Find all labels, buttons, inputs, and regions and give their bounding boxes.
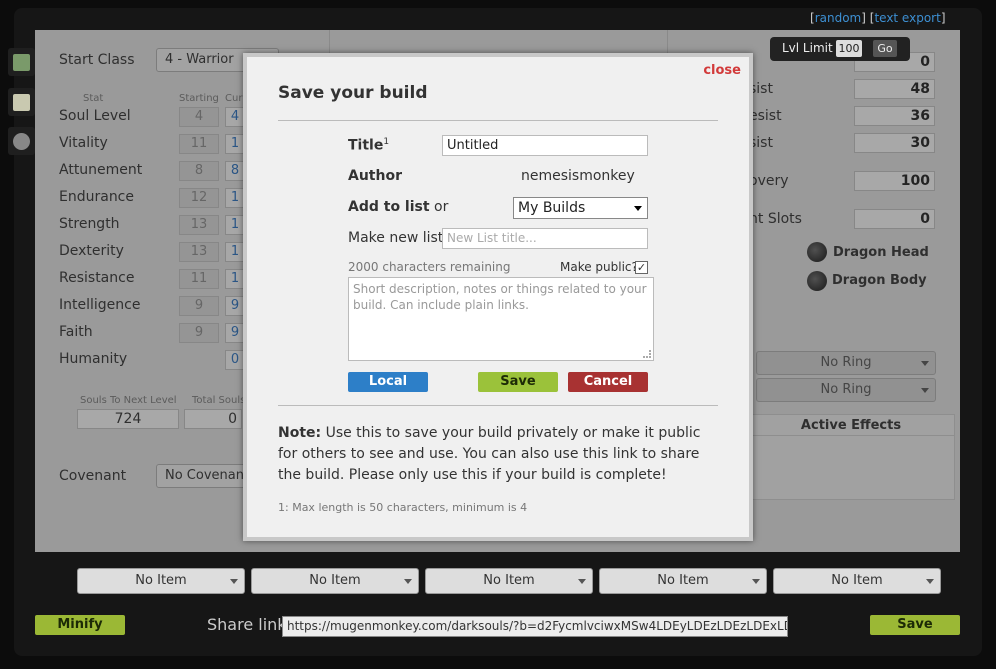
local-button[interactable]: Local	[348, 372, 428, 392]
lvl-limit-input[interactable]: 100	[836, 40, 862, 57]
author-value: nemesismonkey	[521, 168, 635, 184]
title-input[interactable]: Untitled	[442, 135, 648, 156]
sidetool-settings[interactable]	[8, 127, 35, 155]
lvl-limit-label: Lvl Limit	[782, 41, 833, 55]
add-to-list-label: Add to list or	[348, 199, 449, 215]
make-public-label: Make public?	[560, 260, 638, 274]
sidetool-notes[interactable]	[8, 88, 35, 116]
modal-title: Save your build	[278, 83, 428, 103]
lvl-limit-go-button[interactable]: Go	[873, 40, 897, 57]
chevron-down-icon	[230, 579, 238, 584]
app-root: [random] [text export] Start Class 4 - W…	[0, 0, 996, 669]
list-select-value: My Builds	[518, 200, 586, 216]
random-link[interactable]: random	[815, 11, 862, 25]
spreadsheet-icon	[13, 53, 30, 71]
chars-remaining: 2000 characters remaining	[348, 260, 511, 274]
item-select-value: No Item	[483, 573, 535, 588]
modal-divider-top	[278, 120, 718, 121]
title-label: Title1	[348, 137, 390, 154]
make-public-checkbox[interactable]: ✓	[635, 261, 648, 274]
share-link-input[interactable]: https://mugenmonkey.com/darksouls/?b=d2F…	[282, 616, 788, 637]
cancel-button[interactable]: Cancel	[568, 372, 648, 392]
item-select-value: No Item	[309, 573, 361, 588]
description-textarea[interactable]: Short description, notes or things relat…	[348, 277, 654, 361]
item-select[interactable]: No Item	[773, 568, 941, 594]
modal-save-button[interactable]: Save	[478, 372, 558, 392]
text-export-link[interactable]: text export	[874, 11, 940, 25]
share-link-label: Share link	[207, 615, 287, 634]
item-select[interactable]: No Item	[77, 568, 245, 594]
item-select-value: No Item	[135, 573, 187, 588]
list-select[interactable]: My Builds	[513, 197, 648, 219]
new-list-input[interactable]: New List title...	[442, 228, 648, 249]
gear-icon	[13, 132, 30, 150]
sidetool-spreadsheet[interactable]	[8, 48, 35, 76]
chevron-down-icon	[578, 579, 586, 584]
modal-footnote: 1: Max length is 50 characters, minimum …	[278, 501, 528, 514]
chevron-down-icon	[404, 579, 412, 584]
top-links: [random] [text export]	[810, 11, 946, 25]
chevron-down-icon	[752, 579, 760, 584]
item-select[interactable]: No Item	[251, 568, 419, 594]
modal-divider-bottom	[278, 405, 718, 406]
save-build-button[interactable]: Save	[870, 615, 960, 635]
modal-close-link[interactable]: close	[703, 63, 741, 78]
chevron-down-icon	[926, 579, 934, 584]
item-select-value: No Item	[657, 573, 709, 588]
item-select[interactable]: No Item	[599, 568, 767, 594]
notes-icon	[13, 93, 30, 111]
item-select-value: No Item	[831, 573, 883, 588]
resize-grip-icon[interactable]	[643, 350, 651, 358]
modal-note: Note: Use this to save your build privat…	[278, 425, 701, 483]
author-label: Author	[348, 168, 402, 184]
description-placeholder: Short description, notes or things relat…	[353, 282, 647, 312]
lvl-limit: Lvl Limit 100 Go	[770, 37, 910, 61]
item-select[interactable]: No Item	[425, 568, 593, 594]
minify-button[interactable]: Minify	[35, 615, 125, 635]
make-new-list-label: Make new list	[348, 230, 444, 246]
save-build-modal: close Save your build Title1 Untitled Au…	[243, 53, 753, 541]
